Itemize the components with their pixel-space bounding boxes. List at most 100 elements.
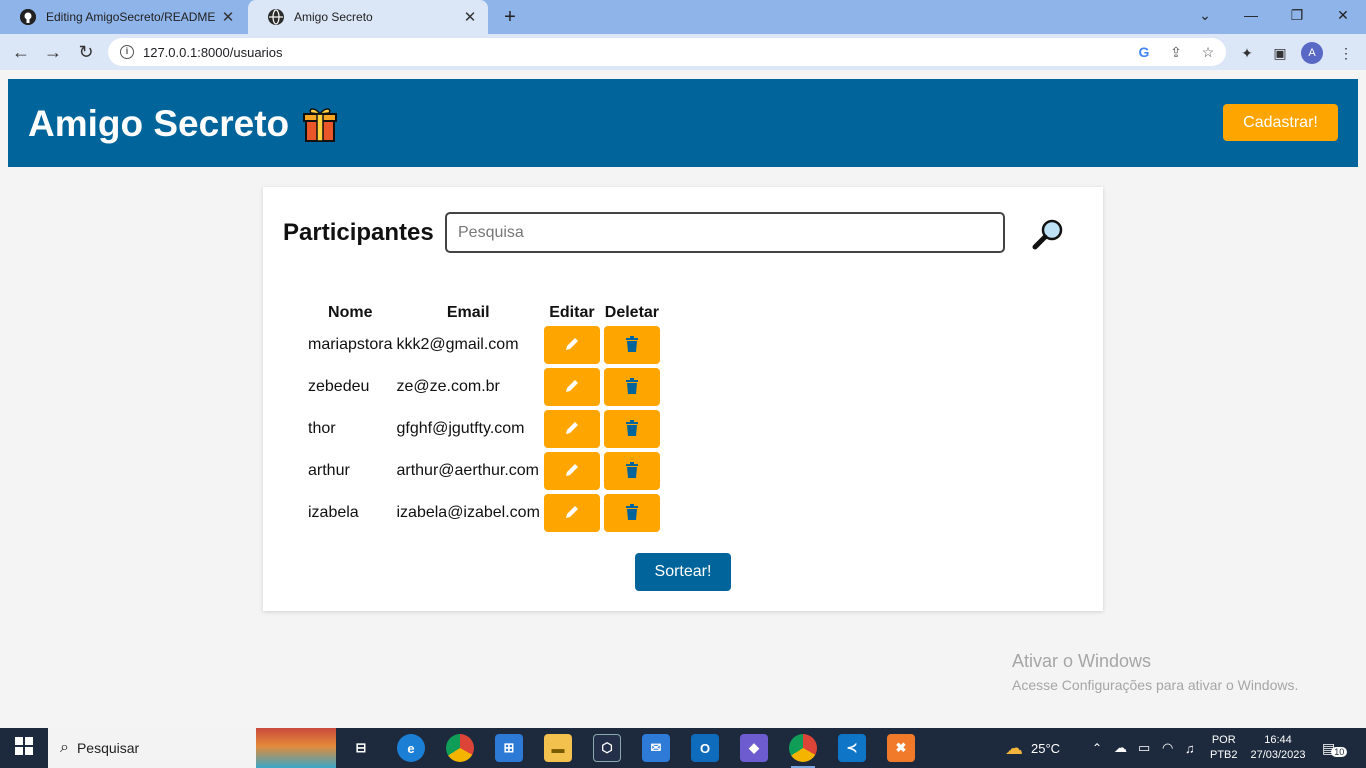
- start-button[interactable]: [0, 728, 48, 768]
- column-header-editar: Editar: [549, 304, 595, 321]
- page-content: Amigo Secreto Cadastrar! Participantes P…: [0, 70, 1366, 728]
- participant-name: mariapstora: [308, 336, 393, 353]
- trash-icon: [625, 377, 639, 397]
- avatar[interactable]: A: [1301, 42, 1323, 64]
- extensions-icon[interactable]: ✦: [1237, 43, 1257, 63]
- minimize-button[interactable]: —: [1228, 0, 1274, 30]
- chrome-icon[interactable]: [446, 734, 474, 762]
- participant-name: arthur: [308, 462, 350, 479]
- keyboard-layout: PTB2: [1210, 749, 1238, 761]
- participant-email: kkk2@gmail.com: [396, 336, 519, 353]
- task-view-icon[interactable]: ⊟: [347, 734, 375, 762]
- activation-watermark-title: Ativar o Windows: [1012, 651, 1152, 671]
- site-info-icon[interactable]: i: [120, 45, 134, 59]
- column-header-email: Email: [446, 304, 490, 321]
- windows-icon: [15, 736, 33, 760]
- participant-name: zebedeu: [308, 378, 370, 395]
- url-text: 127.0.0.1:8000/usuarios: [143, 44, 283, 60]
- trash-icon: [625, 335, 639, 355]
- edit-button[interactable]: [543, 410, 600, 448]
- close-icon[interactable]: ✕: [458, 8, 482, 26]
- edit-button[interactable]: [543, 368, 600, 406]
- trash-icon: [625, 503, 639, 523]
- participant-email: arthur@aerthur.com: [396, 462, 540, 479]
- window-close-button[interactable]: ✕: [1320, 0, 1366, 30]
- volume-icon[interactable]: ♫: [1185, 728, 1195, 768]
- tab-editing-readme[interactable]: Editing AmigoSecreto/README.m ✕: [0, 0, 246, 34]
- menu-icon[interactable]: ⋮: [1336, 43, 1356, 63]
- file-explorer-icon[interactable]: ▬: [544, 734, 572, 762]
- search-input[interactable]: [445, 212, 1005, 253]
- table-header-row: Nome Email Editar Deletar: [308, 304, 660, 322]
- delete-button[interactable]: [603, 452, 660, 490]
- brand-title: Amigo Secreto: [28, 103, 290, 144]
- participants-card: Participantes Nome Email Editar Deletar: [263, 187, 1103, 611]
- chevron-down-icon[interactable]: ⌄: [1182, 0, 1228, 30]
- battery-icon[interactable]: ▭: [1138, 728, 1150, 768]
- participant-email: gfghf@jgutfty.com: [396, 420, 525, 437]
- page-title: Participantes: [283, 219, 434, 246]
- edit-button[interactable]: [543, 494, 600, 532]
- close-icon[interactable]: ✕: [216, 8, 240, 26]
- edit-button[interactable]: [543, 326, 600, 364]
- back-arrow-icon[interactable]: ←: [8, 39, 34, 65]
- network-icon[interactable]: ☁: [1114, 728, 1127, 768]
- forward-arrow-icon[interactable]: →: [40, 39, 66, 65]
- notifications-button[interactable]: ▤ 10: [1322, 728, 1348, 768]
- outlook-icon[interactable]: O: [691, 734, 719, 762]
- table-row: arthur arthur@aerthur.com: [308, 452, 660, 490]
- pencil-icon: [564, 462, 580, 481]
- pencil-icon: [564, 420, 580, 439]
- delete-button[interactable]: [603, 326, 660, 364]
- notification-count: 10: [1331, 747, 1348, 757]
- chrome-profile-icon[interactable]: [789, 734, 817, 768]
- tab-amigo-secreto[interactable]: Amigo Secreto ✕: [248, 0, 488, 34]
- reload-icon[interactable]: ↻: [73, 39, 99, 65]
- wifi-icon[interactable]: ◠: [1162, 728, 1173, 768]
- vscode-icon[interactable]: ≺: [838, 734, 866, 762]
- app-icon[interactable]: ⬡: [593, 734, 621, 762]
- clock-date: 27/03/2023: [1250, 749, 1306, 761]
- taskbar-search[interactable]: ⌕ Pesquisar: [48, 728, 256, 768]
- star-icon[interactable]: ☆: [1199, 43, 1217, 61]
- language-code: POR: [1211, 734, 1236, 746]
- trash-icon: [625, 419, 639, 439]
- side-panel-icon[interactable]: ▣: [1270, 43, 1290, 63]
- xampp-icon[interactable]: ✖: [887, 734, 915, 762]
- participants-table: Nome Email Editar Deletar mariapstora kk…: [304, 300, 664, 536]
- edit-button[interactable]: [543, 452, 600, 490]
- sortear-button[interactable]: Sortear!: [635, 553, 731, 591]
- language-indicator[interactable]: POR PTB2: [1210, 728, 1238, 768]
- tab-title: Editing AmigoSecreto/README.m: [46, 10, 216, 24]
- search-highlight-image[interactable]: [256, 728, 336, 768]
- github-icon: [20, 9, 36, 25]
- delete-button[interactable]: [603, 410, 660, 448]
- chevron-up-icon[interactable]: ⌃: [1092, 728, 1102, 768]
- address-bar[interactable]: i 127.0.0.1:8000/usuarios: [108, 38, 1226, 66]
- cadastrar-button[interactable]: Cadastrar!: [1223, 104, 1338, 141]
- google-icon[interactable]: G: [1135, 43, 1153, 61]
- site-header: Amigo Secreto Cadastrar!: [8, 79, 1358, 167]
- weather-widget[interactable]: ☁ 25°C: [1005, 728, 1060, 768]
- participant-email: ze@ze.com.br: [396, 378, 500, 395]
- table-row: thor gfghf@jgutfty.com: [308, 410, 660, 448]
- table-row: zebedeu ze@ze.com.br: [308, 368, 660, 406]
- browser-tab-strip: Editing AmigoSecreto/README.m ✕ Amigo Se…: [0, 0, 1366, 34]
- weather-icon: ☁: [1005, 737, 1023, 758]
- taskbar: ⌕ Pesquisar ⊟ e ⊞ ▬ ⬡ ✉ O ◆ ≺ ✖ ☁ 25°C ⌃…: [0, 728, 1366, 768]
- share-icon[interactable]: ⇪: [1167, 43, 1185, 61]
- delete-button[interactable]: [603, 494, 660, 532]
- trash-icon: [625, 461, 639, 481]
- new-tab-button[interactable]: +: [498, 4, 522, 30]
- pencil-icon: [564, 336, 580, 355]
- tab-title: Amigo Secreto: [294, 10, 373, 24]
- store-icon[interactable]: ⊞: [495, 734, 523, 762]
- clock[interactable]: 16:44 27/03/2023: [1247, 728, 1309, 768]
- participant-name: izabela: [308, 504, 359, 521]
- restore-button[interactable]: ❐: [1274, 0, 1320, 30]
- delete-button[interactable]: [603, 368, 660, 406]
- edge-icon[interactable]: e: [397, 734, 425, 762]
- mail-icon[interactable]: ✉: [642, 734, 670, 762]
- search-button[interactable]: [1031, 217, 1069, 251]
- visual-studio-icon[interactable]: ◆: [740, 734, 768, 762]
